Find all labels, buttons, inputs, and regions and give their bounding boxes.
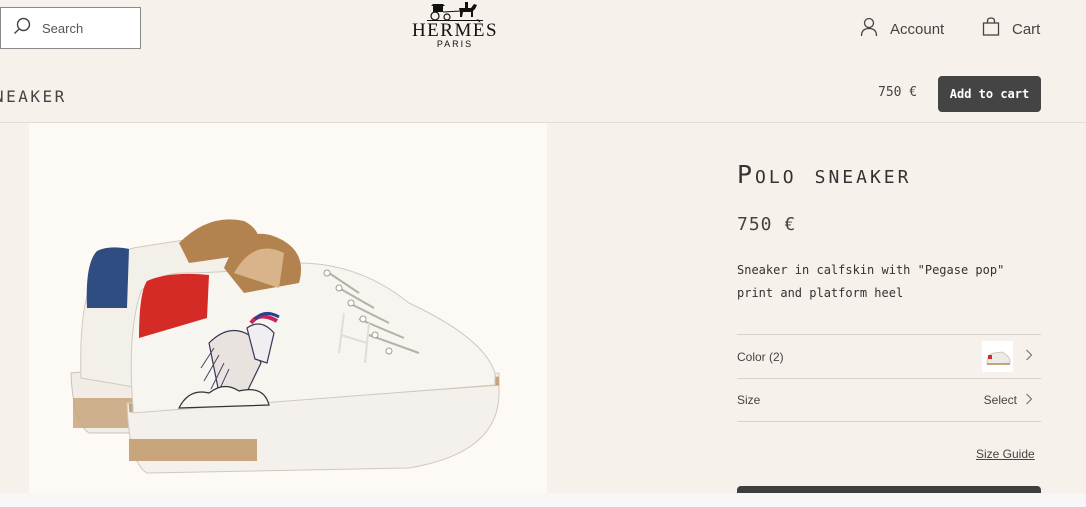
carriage-logo-icon [427,2,483,21]
cart-link[interactable]: Cart [982,17,1040,41]
shopping-bag-icon [982,17,1012,41]
account-label: Account [890,20,945,38]
size-selector[interactable]: Size Select [737,378,1041,422]
add-to-cart-button[interactable]: Add to cart [938,76,1041,112]
search-icon [13,17,31,40]
sneaker-image [70,219,500,474]
product-description: Sneaker in calfskin with "Pegase pop" pr… [737,263,1005,300]
color-label: Color (2) [737,349,784,364]
bottom-strip [0,493,1086,507]
chevron-right-icon [1025,393,1033,408]
search-box[interactable] [0,7,141,49]
account-link[interactable]: Account [860,17,944,41]
product-price: 750 € [737,214,797,235]
logo-brand-text: HERMÈS [411,20,499,41]
size-value: Select [983,393,1017,407]
color-selector[interactable]: Color (2) [737,334,1041,378]
size-label: Size [737,393,761,407]
size-guide-link[interactable]: Size Guide [976,447,1035,461]
color-swatch[interactable] [982,341,1013,372]
product-title: Polo sneaker [737,160,912,189]
hermes-logo[interactable]: HERMÈS PARIS [405,2,505,54]
product-image[interactable] [29,123,547,493]
search-input[interactable] [42,20,132,36]
cart-label: Cart [1012,20,1041,38]
sticky-product-title: NEAKER [0,87,67,106]
user-icon [860,17,890,41]
sticky-product-price: 750 € [878,85,918,100]
chevron-right-icon [1025,349,1033,364]
